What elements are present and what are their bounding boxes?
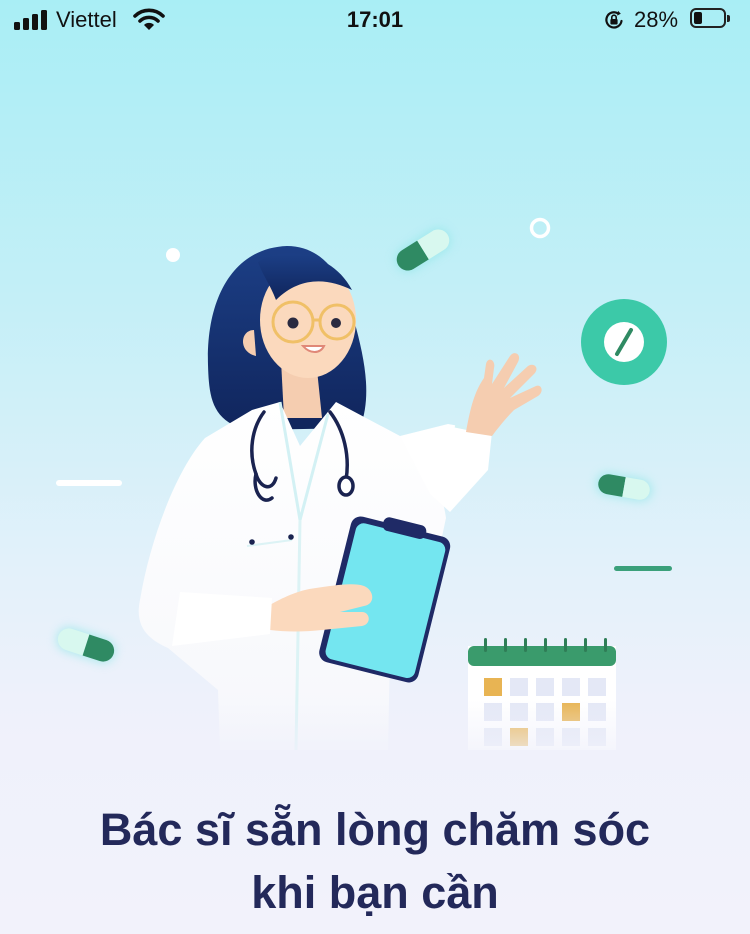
pill-capsule [56,627,116,663]
status-bar: Viettel 17:01 28% [0,0,750,40]
decor-dot [166,248,180,262]
orientation-lock-icon [605,10,623,29]
doctor-illustration [56,217,672,751]
decor-line [56,480,122,486]
battery-percent: 28% [634,7,679,32]
decor-line [614,566,672,571]
onboarding-title: Bác sĩ sẵn lòng chăm sóc khi bạn cần [0,798,750,924]
illustration-fade [0,700,750,770]
waving-hand [466,353,542,436]
battery-level-fill [694,12,702,24]
battery-icon [690,8,732,30]
decor-ring [529,217,551,239]
pill-capsule [395,228,451,272]
pill-capsule [596,473,652,501]
title-line-1: Bác sĩ sẵn lòng chăm sóc [99,804,651,855]
title-line-2: khi bạn cần [251,867,499,918]
pill-badge-icon [581,299,667,385]
